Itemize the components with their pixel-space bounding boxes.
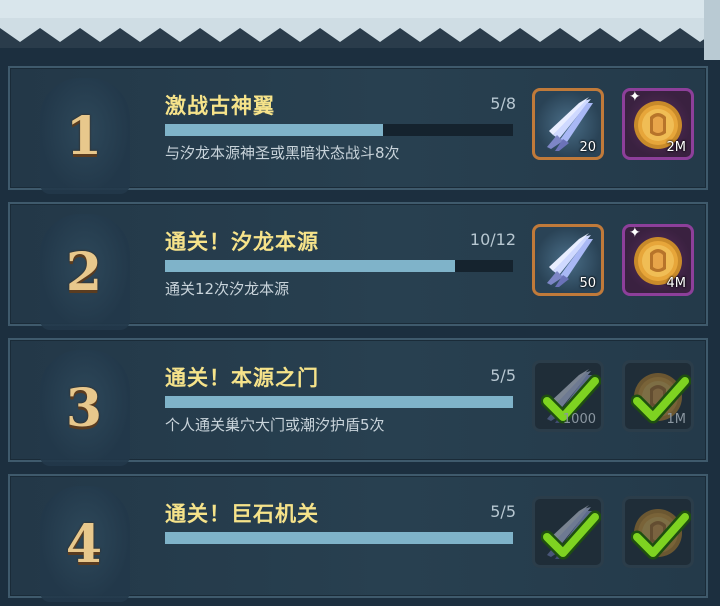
quest-rank-badge: 3 bbox=[34, 346, 134, 470]
quest-description: 个人通关巢穴大门或潮汐护盾5次 bbox=[165, 416, 385, 434]
quest-rank-number: 2 bbox=[65, 241, 103, 303]
quest-description: 通关12次汐龙本源 bbox=[165, 280, 290, 298]
reward-slot[interactable]: 20 bbox=[532, 88, 604, 160]
sparkle-icon: ✦ bbox=[629, 225, 641, 241]
quest-progress-text: 5/8 bbox=[490, 94, 516, 113]
quest-title: 通关！本源之门 bbox=[165, 366, 319, 390]
quest-progress-text: 5/5 bbox=[490, 502, 516, 521]
reward-quantity: 1M bbox=[666, 412, 687, 427]
reward-slot[interactable] bbox=[532, 496, 604, 568]
progress-bar-fill bbox=[165, 124, 383, 136]
reward-quantity: 1000 bbox=[562, 412, 596, 427]
quest-progress-text: 5/5 bbox=[490, 366, 516, 385]
top-frame-border bbox=[0, 0, 720, 48]
reward-quantity: 4M bbox=[666, 276, 687, 291]
reward-slot[interactable]: 1M bbox=[622, 360, 694, 432]
reward-slot[interactable] bbox=[622, 496, 694, 568]
reward-slot[interactable]: ✦ 2M bbox=[622, 88, 694, 160]
spiked-border-decoration bbox=[0, 18, 720, 42]
quest-progress-text: 10/12 bbox=[469, 230, 516, 249]
quest-rank-number: 3 bbox=[65, 377, 103, 439]
quest-progress-bar bbox=[165, 260, 513, 272]
reward-slot[interactable]: 50 bbox=[532, 224, 604, 296]
completed-check-icon bbox=[631, 510, 691, 560]
quest-rank-badge: 4 bbox=[34, 482, 134, 606]
quest-rank-badge: 1 bbox=[34, 74, 134, 198]
completed-check-icon bbox=[541, 510, 601, 560]
progress-bar-fill bbox=[165, 532, 513, 544]
reward-slot[interactable]: ✦ 4M bbox=[622, 224, 694, 296]
quest-rank-badge: 2 bbox=[34, 210, 134, 334]
reward-quantity: 20 bbox=[579, 140, 596, 155]
progress-bar-fill bbox=[165, 396, 513, 408]
progress-bar-fill bbox=[165, 260, 455, 272]
quest-title: 通关！巨石机关 bbox=[165, 502, 319, 526]
quest-rank-number: 1 bbox=[65, 105, 103, 167]
quest-row: 2 通关！汐龙本源 10/12 通关12次汐龙本源 50 ✦ 4M bbox=[8, 202, 708, 330]
quest-row: 4 通关！巨石机关 5/5 bbox=[8, 474, 708, 602]
quest-progress-bar bbox=[165, 124, 513, 136]
quest-row: 3 通关！本源之门 5/5 个人通关巢穴大门或潮汐护盾5次 1000 1M bbox=[8, 338, 708, 466]
reward-quantity: 2M bbox=[666, 140, 687, 155]
quest-title: 激战古神翼 bbox=[165, 94, 275, 118]
quest-row: 1 激战古神翼 5/8 与汐龙本源神圣或黑暗状态战斗8次 20 ✦ 2M bbox=[8, 66, 708, 194]
reward-slot[interactable]: 1000 bbox=[532, 360, 604, 432]
quest-description: 与汐龙本源神圣或黑暗状态战斗8次 bbox=[165, 144, 400, 162]
quest-rank-number: 4 bbox=[65, 513, 103, 575]
frame-edge bbox=[704, 0, 720, 60]
quest-progress-bar bbox=[165, 532, 513, 544]
quest-title: 通关！汐龙本源 bbox=[165, 230, 319, 254]
reward-quantity: 50 bbox=[579, 276, 596, 291]
quest-progress-bar bbox=[165, 396, 513, 408]
sparkle-icon: ✦ bbox=[629, 89, 641, 105]
